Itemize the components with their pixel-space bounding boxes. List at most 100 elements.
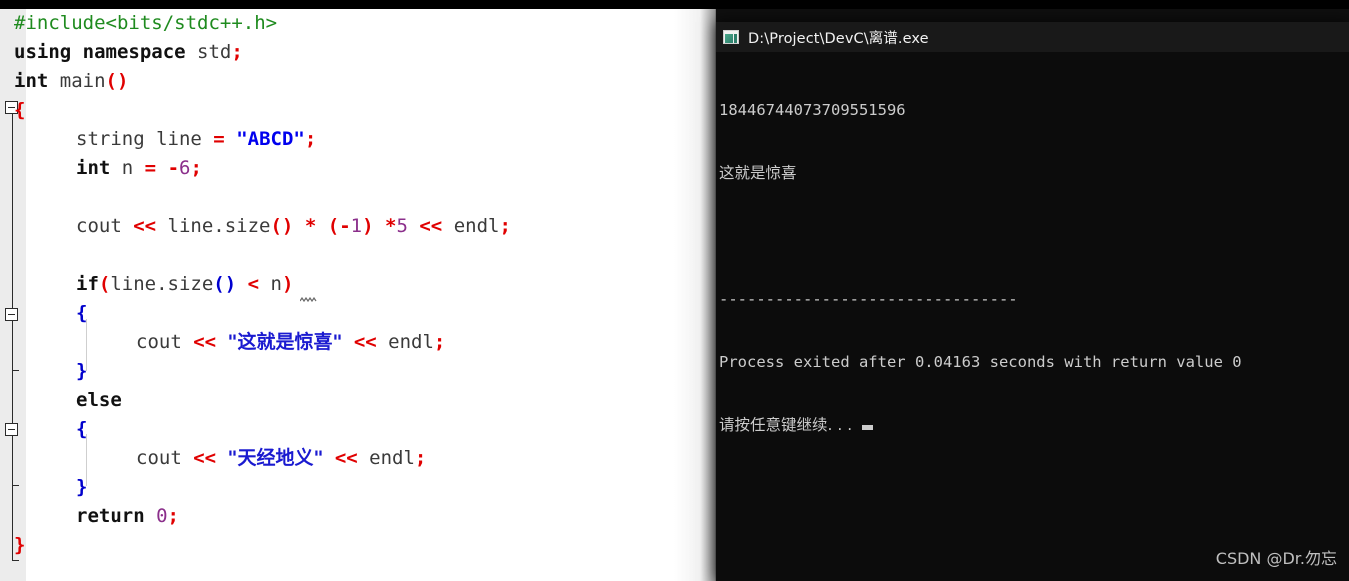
code-token-str-natural: "天经地义" (227, 447, 324, 469)
code-token-n: n (110, 157, 145, 179)
code-token-endl-8: endl (442, 215, 500, 237)
code-token-open-brace-if: { (76, 302, 88, 324)
code-token-semi-12: ; (433, 331, 446, 353)
console-window[interactable]: D:\Project\DevC\离谱.exe 18446744073709551… (716, 22, 1349, 581)
code-token-cout-16: cout (136, 447, 194, 469)
code-token-int: int (14, 70, 49, 92)
code-token-str-surprise: "这就是惊喜" (227, 331, 343, 353)
code-token-else: else (76, 389, 122, 411)
code-line-18: return 0; (76, 502, 179, 531)
code-token-semi-2: ; (231, 41, 243, 63)
code-token-parens-8: () (270, 215, 294, 237)
code-token-lparen-if: ( (98, 273, 111, 295)
code-token-shift-12b: << (353, 331, 377, 353)
code-token-return: return (76, 505, 145, 527)
console-titlebar[interactable]: D:\Project\DevC\离谱.exe (716, 22, 1349, 52)
code-token-linesize-10: line.size (110, 273, 214, 295)
code-token-endl-12: endl (376, 331, 434, 353)
console-line-separator: -------------------------------- (719, 290, 1018, 308)
code-token-shift-12a: << (193, 331, 217, 353)
code-line-13: } (76, 357, 87, 386)
code-sp-8d (408, 215, 419, 237)
code-token-assign-6: = (144, 157, 157, 179)
code-sp-5 (225, 128, 236, 150)
code-line-10: if(line.size() < n) (76, 270, 293, 299)
code-token-std: std (197, 41, 232, 63)
code-token-str-abcd: "ABCD" (236, 128, 305, 150)
code-token-semi-6: ; (190, 157, 202, 179)
code-line-15: { (76, 415, 87, 444)
code-text[interactable]: #include<bits/stdc++.h> using namespace … (0, 9, 716, 581)
code-token-lparen-8b: ( (327, 215, 340, 237)
code-token-rparen-8b: ) (362, 215, 374, 237)
console-press-key-text: 请按任意键继续. . . (719, 416, 853, 434)
code-token-cout-8: cout (76, 215, 134, 237)
code-token-shift-16b: << (334, 447, 358, 469)
console-cursor (862, 425, 874, 430)
code-line-1: #include<bits/stdc++.h> (14, 9, 277, 38)
console-window-icon (723, 30, 739, 44)
code-token-mult-8a: * (304, 215, 317, 237)
code-line-16: cout << "天经地义" << endl; (136, 444, 426, 473)
code-token-parens-10: () (213, 273, 237, 295)
code-line-8: cout << line.size() * (-1) *5 << endl; (76, 212, 511, 241)
console-title-text: D:\Project\DevC\离谱.exe (748, 30, 929, 47)
top-black-strip (0, 0, 1349, 9)
code-token-semi-8: ; (499, 215, 511, 237)
code-token-lt: < (247, 273, 260, 295)
code-token-open-brace-main: { (14, 99, 26, 121)
code-token-mult-8b: * (385, 215, 397, 237)
console-line-press-key: 请按任意键继续. . . (719, 415, 1349, 436)
code-line-6: int n = -6; (76, 154, 202, 183)
console-line-value: 18446744073709551596 (719, 101, 906, 119)
code-token-string-type: string line (76, 128, 214, 150)
code-line-14: else (76, 386, 122, 415)
code-token-close-brace-if: } (76, 360, 88, 382)
code-token-parens-main: () (105, 70, 129, 92)
csdn-watermark: CSDN @Dr.勿忘 (1215, 549, 1337, 568)
code-token-using: using namespace (14, 41, 198, 63)
code-token-linesize-8: line.size (156, 215, 271, 237)
code-token-semi-18: ; (167, 505, 179, 527)
code-line-17: } (76, 473, 87, 502)
code-token-int-6: int (76, 157, 111, 179)
code-line-2: using namespace std; (14, 38, 243, 67)
code-token-if: if (76, 273, 99, 295)
code-token-shift-8b: << (419, 215, 443, 237)
code-sp-8c (374, 215, 385, 237)
code-token-minus-8: - (339, 215, 351, 237)
code-token-num-0: 0 (156, 505, 168, 527)
code-sp-12 (216, 331, 227, 353)
code-token-main: main (48, 70, 106, 92)
code-sp-16 (216, 447, 227, 469)
code-sp-6 (156, 157, 167, 179)
code-line-5: string line = "ABCD"; (76, 125, 316, 154)
code-token-cout-12: cout (136, 331, 194, 353)
code-token-include: #include<bits/stdc++.h> (14, 12, 278, 34)
code-sp-18 (145, 505, 156, 527)
code-token-rparen-if: ) (281, 273, 294, 295)
code-token-n-10: n (259, 273, 282, 295)
console-line-exit: Process exited after 0.04163 seconds wit… (719, 353, 1242, 371)
code-token-minus-6: - (167, 157, 180, 179)
code-token-shift-16a: << (193, 447, 217, 469)
code-token-semi-16: ; (414, 447, 427, 469)
console-output[interactable]: 18446744073709551596 这就是惊喜 -------------… (716, 52, 1349, 581)
code-line-4: { (14, 96, 25, 125)
code-token-semi-5: ; (304, 128, 317, 150)
code-line-11: { (76, 299, 87, 328)
code-token-open-brace-else: { (76, 418, 88, 440)
code-token-num-1: 1 (350, 215, 363, 237)
code-token-close-brace-main: } (14, 534, 26, 556)
console-line-surprise: 这就是惊喜 (719, 164, 797, 182)
code-sp-8a (293, 215, 304, 237)
code-token-num-6: 6 (179, 157, 191, 179)
code-token-close-brace-else: } (76, 476, 88, 498)
code-token-endl-16: endl (357, 447, 415, 469)
code-editor-pane[interactable]: #include<bits/stdc++.h> using namespace … (0, 9, 716, 581)
code-token-num-5: 5 (396, 215, 408, 237)
code-sp-16b (323, 447, 334, 469)
code-line-3: int main() (14, 67, 128, 96)
screenshot-root: #include<bits/stdc++.h> using namespace … (0, 0, 1349, 581)
